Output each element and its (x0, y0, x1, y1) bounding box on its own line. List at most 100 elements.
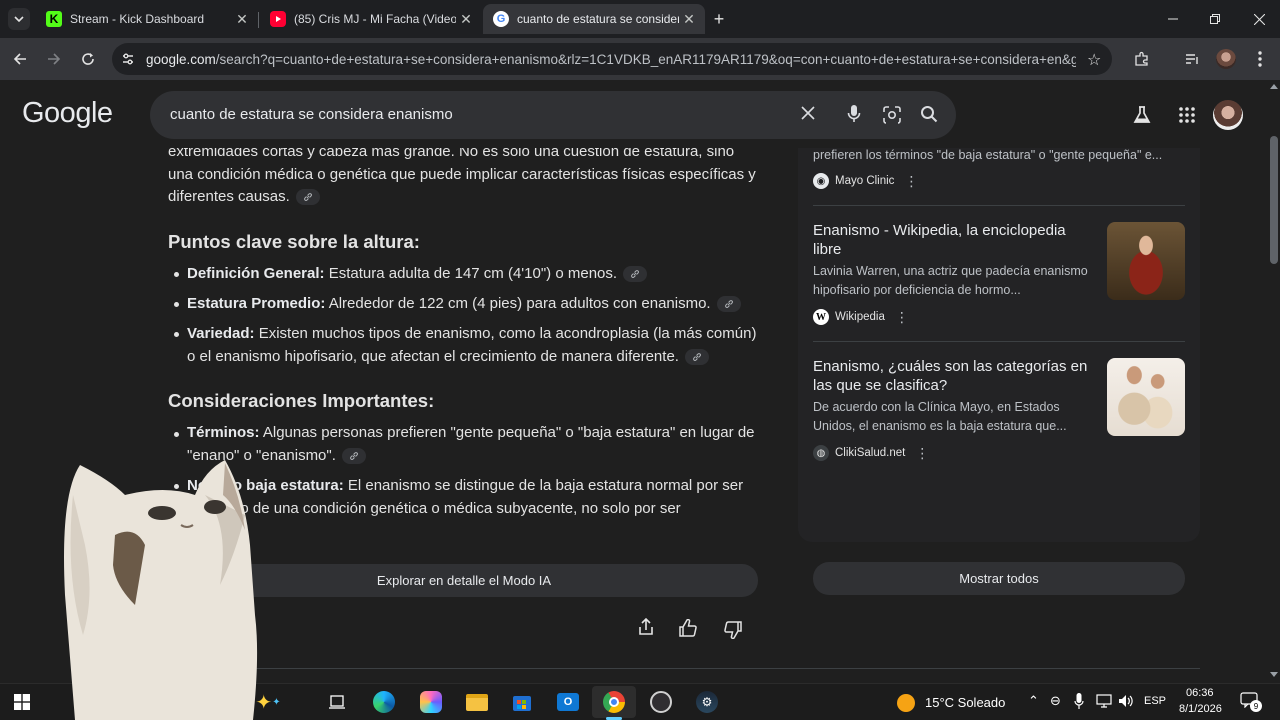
citation-link-icon[interactable] (295, 189, 320, 206)
media-control-button[interactable] (1178, 45, 1206, 73)
page-scrollbar[interactable] (1268, 80, 1280, 683)
card-title-wikipedia[interactable]: Enanismo - Wikipedia, la enciclopedia li… (813, 221, 1093, 259)
citation-link-icon[interactable] (684, 348, 709, 365)
tab-title: (85) Cris MJ - Mi Facha (Video O (294, 12, 456, 26)
show-hidden-icons-chevron-icon[interactable]: ⌃ (1028, 693, 1039, 709)
reload-icon (82, 53, 94, 65)
maximize-button[interactable] (1204, 8, 1226, 30)
globe-icon: ◍ (813, 445, 829, 461)
weather-text[interactable]: 15°C Soleado (925, 695, 1005, 710)
labs-flask-icon[interactable] (1132, 105, 1152, 130)
scrollbar-thumb[interactable] (1270, 136, 1278, 264)
thumbs-up-icon[interactable] (679, 618, 697, 642)
more-vert-icon[interactable]: ⋮ (915, 445, 929, 462)
section-title-consideraciones: Consideraciones Importantes: (168, 390, 435, 411)
clear-search-icon[interactable] (800, 105, 816, 126)
weather-sun-icon[interactable] (897, 694, 915, 712)
microphone-icon[interactable] (1074, 692, 1084, 715)
close-tab-icon[interactable]: ✕ (456, 11, 476, 28)
bullet-variedad: Variedad: Existen muchos tipos de enanis… (187, 323, 762, 368)
extensions-button[interactable] (1128, 45, 1156, 73)
cat-meme-overlay-image (64, 460, 258, 720)
url-path: /search?q=cuanto+de+estatura+se+consider… (215, 51, 1076, 67)
citation-link-icon[interactable] (716, 296, 741, 313)
citation-link-icon[interactable] (341, 447, 366, 464)
source-name: Wikipedia (835, 311, 885, 323)
profile-avatar[interactable] (1212, 45, 1240, 73)
more-vert-icon (1258, 51, 1262, 67)
apps-grid-icon[interactable] (1179, 107, 1195, 128)
clock-date[interactable]: 8/1/2026 (1179, 703, 1222, 715)
search-box[interactable]: cuanto de estatura se considera enanismo (150, 91, 956, 139)
tab-youtube-video[interactable]: (85) Cris MJ - Mi Facha (Video O ✕ (260, 4, 482, 34)
search-input[interactable]: cuanto de estatura se considera enanismo (170, 106, 453, 123)
notification-center-icon[interactable]: 9 (1240, 692, 1262, 712)
obs-studio-icon[interactable] (649, 690, 673, 714)
chrome-icon[interactable] (602, 690, 626, 714)
scroll-down-icon[interactable] (1270, 672, 1278, 677)
site-settings-icon[interactable] (121, 52, 135, 71)
file-explorer-icon[interactable] (465, 690, 489, 714)
close-window-button[interactable] (1248, 8, 1270, 30)
bullet-label: Estatura Promedio: (187, 295, 326, 312)
language-indicator[interactable]: ESP (1144, 695, 1166, 707)
edge-browser-icon[interactable] (372, 690, 396, 714)
tab-search-button[interactable] (8, 8, 30, 30)
lens-search-icon[interactable] (882, 105, 902, 130)
more-vert-icon[interactable]: ⋮ (895, 309, 909, 326)
tab-google-search[interactable]: G cuanto de estatura se considera ✕ (483, 4, 705, 34)
onedrive-sync-icon[interactable]: ⊖ (1050, 693, 1061, 709)
source-clikisalud[interactable]: ◍ ClikiSalud.net ⋮ (813, 445, 929, 461)
voice-search-icon[interactable] (846, 103, 862, 130)
copilot-app-icon[interactable] (419, 690, 443, 714)
reload-button[interactable] (74, 45, 102, 73)
scroll-up-icon[interactable] (1270, 84, 1278, 89)
windows-start-icon[interactable] (10, 690, 34, 714)
tab-title: cuanto de estatura se considera (517, 12, 679, 26)
chrome-menu-button[interactable] (1246, 45, 1274, 73)
volume-icon[interactable] (1118, 694, 1134, 713)
close-tab-icon[interactable]: ✕ (232, 11, 252, 28)
wikipedia-thumbnail-image[interactable] (1107, 222, 1185, 300)
plus-icon: + (713, 8, 725, 29)
minimize-button[interactable] (1162, 8, 1184, 30)
network-icon[interactable] (1096, 694, 1112, 713)
close-tab-icon[interactable]: ✕ (679, 11, 699, 28)
arrow-left-icon (13, 53, 26, 65)
clikisalud-thumbnail-image[interactable] (1107, 358, 1185, 436)
share-icon[interactable] (638, 617, 654, 641)
account-avatar[interactable] (1213, 100, 1243, 130)
microsoft-store-icon[interactable] (510, 690, 534, 714)
bullet-dot (174, 272, 179, 277)
url-host: google.com (146, 51, 216, 67)
bullet-dot (174, 432, 179, 437)
address-bar[interactable]: google.com/search?q=cuanto+de+estatura+s… (112, 43, 1112, 75)
card-divider (813, 341, 1185, 342)
url-text: google.com/search?q=cuanto+de+estatura+s… (146, 52, 1076, 67)
source-mayo-clinic[interactable]: ◉ Mayo Clinic ⋮ (813, 173, 918, 189)
bullet-text: Existen muchos tipos de enanismo, como l… (187, 325, 757, 365)
card-title-clikisalud[interactable]: Enanismo, ¿cuáles son las categorías en … (813, 357, 1093, 395)
card-snippet-clikisalud: De acuerdo con la Clínica Mayo, en Estad… (813, 400, 1067, 433)
back-button[interactable] (6, 45, 34, 73)
tab-separator (258, 12, 259, 28)
more-vert-icon[interactable]: ⋮ (904, 173, 918, 190)
puzzle-icon (1135, 51, 1148, 66)
outlook-icon[interactable]: O (556, 690, 580, 714)
clock-time[interactable]: 06:36 (1186, 687, 1214, 699)
bookmark-star-icon[interactable]: ☆ (1087, 50, 1101, 70)
source-wikipedia[interactable]: W Wikipedia ⋮ (813, 309, 909, 325)
search-icon[interactable] (920, 105, 938, 128)
show-all-button[interactable]: Mostrar todos (813, 562, 1185, 595)
citation-link-icon[interactable] (623, 266, 648, 283)
bullet-label: Términos: (187, 424, 260, 441)
steam-icon[interactable]: ⚙ (695, 690, 719, 714)
thumbs-down-icon[interactable] (724, 621, 742, 644)
notification-count-badge: 9 (1250, 700, 1262, 712)
google-logo[interactable]: Google (22, 97, 113, 130)
task-view-icon[interactable] (325, 690, 349, 714)
new-tab-button[interactable]: + (708, 8, 730, 30)
tab-kick-dashboard[interactable]: K Stream - Kick Dashboard ✕ (36, 4, 258, 34)
tab-strip: K Stream - Kick Dashboard ✕ (85) Cris MJ… (0, 0, 1280, 38)
forward-button[interactable] (40, 45, 68, 73)
